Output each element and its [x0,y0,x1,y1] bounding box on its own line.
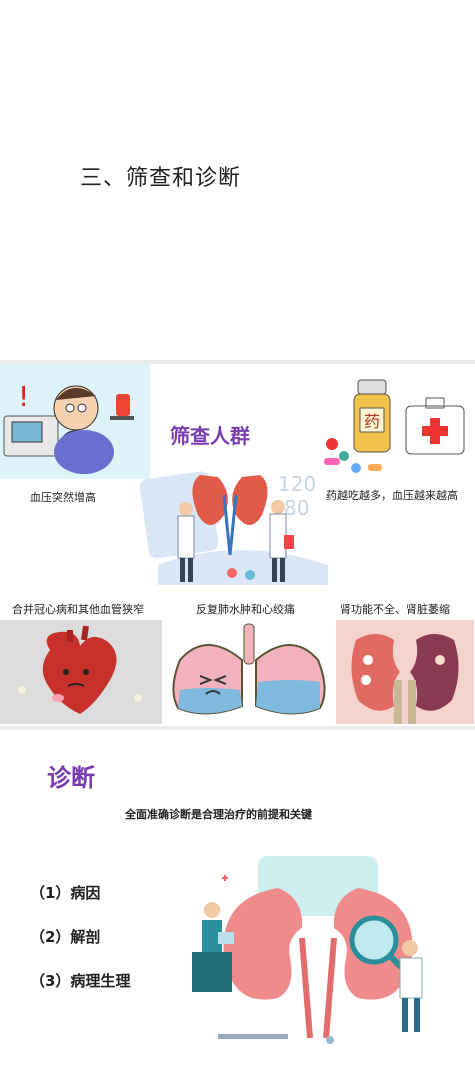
diagnosis-title: 诊断 [47,764,95,792]
diagnosis-subtitle: 全面准确诊断是合理治疗的前提和关键 [125,808,312,821]
lungs-illustration [166,620,332,724]
diagnosis-item-anatomy: （2）解剖 [30,928,101,946]
diagnosis-item-pathophysiology: （3）病理生理 [30,972,131,990]
screening-title: 筛查人群 [170,424,250,448]
section-title: 三、筛查和诊断 [80,166,242,191]
medicine-label: 药 [364,412,380,431]
caption-coronary-disease: 合并冠心病和其他血管狭窄 [12,603,144,616]
slide-1: 三、筛查和诊断 [0,0,475,360]
diagnosis-item-etiology: （1）病因 [30,884,101,902]
medicine-illustration: 药 [324,379,465,473]
kidney-diagnosis-illustration [192,856,423,1044]
monitor-digit-bottom: 80 [284,496,309,520]
caption-blood-pressure-rise: 血压突然增高 [30,491,96,504]
caption-pulmonary-edema: 反复肺水肿和心绞痛 [196,603,295,616]
caption-kidney-failure: 肾功能不全、肾脏萎缩 [340,603,450,616]
caption-more-medicine: 药越吃越多，血压越来越高 [326,489,458,502]
doctors-kidney-illustration: 120 80 [139,471,328,585]
hypertension-man-illustration: ! [0,364,150,479]
kidney-cross-section-illustration [336,620,474,724]
svg-text:!: ! [18,380,29,413]
monitor-digit-top: 120 [278,472,316,496]
heart-illustration [0,620,162,724]
